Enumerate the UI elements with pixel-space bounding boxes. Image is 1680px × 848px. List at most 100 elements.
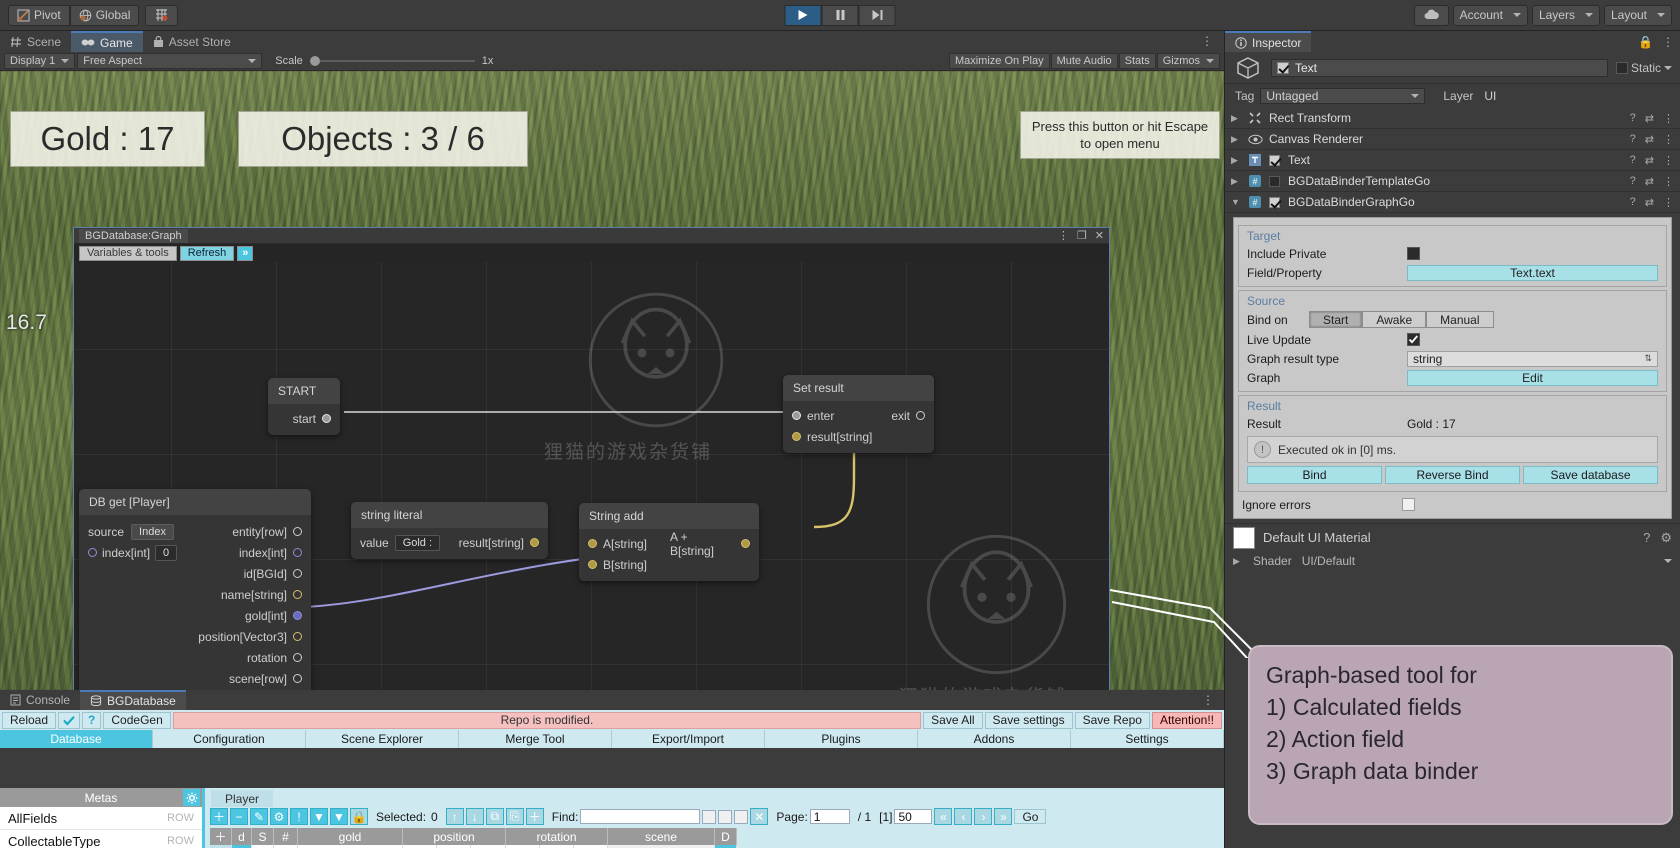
kebab-menu-icon[interactable]: ⋮ [1663, 196, 1674, 209]
graph-result-type-dropdown[interactable]: string ⇅ [1407, 350, 1658, 367]
maximize-on-play-button[interactable]: Maximize On Play [948, 53, 1050, 69]
layer-dropdown[interactable]: UI [1479, 88, 1629, 104]
node-db-get[interactable]: DB get [Player] source Index index[int] [79, 489, 311, 690]
pause-button[interactable] [821, 4, 859, 26]
include-private-checkbox[interactable] [1407, 247, 1420, 260]
component-enabled-checkbox[interactable] [1269, 196, 1280, 208]
node-set-result[interactable]: Set result enter exit result[string] [783, 375, 934, 453]
chevron-double-right-icon[interactable]: » [237, 245, 254, 261]
tab-inspector[interactable]: Inspector [1225, 31, 1312, 52]
grid-tab-player[interactable]: Player [211, 790, 274, 807]
go-button[interactable]: Go [1014, 809, 1047, 824]
nav-tab-merge-tool[interactable]: Merge Tool [459, 730, 612, 748]
bind-on-start[interactable]: Start [1309, 311, 1363, 328]
preset-icon[interactable]: ⇄ [1645, 175, 1654, 188]
chevron-down-icon[interactable] [1664, 65, 1672, 70]
port-entity[interactable] [293, 527, 302, 536]
move-down-icon[interactable]: ↓ [465, 808, 484, 825]
add-icon[interactable]: ＋ [210, 808, 228, 825]
port-rotation[interactable] [293, 653, 302, 662]
kebab-menu-icon[interactable]: ⋮ [1058, 229, 1069, 242]
kebab-menu-icon[interactable]: ⋮ [1663, 154, 1674, 167]
shader-row[interactable]: ▶ Shader UI/Default [1225, 551, 1680, 571]
preset-icon[interactable]: ⇄ [1645, 133, 1654, 146]
tab-game[interactable]: Game [71, 31, 143, 52]
play-button[interactable] [784, 4, 822, 26]
component-bgdatabindergraphgo[interactable]: ▼ # BGDataBinderGraphGo ? ⇄ ⋮ [1225, 192, 1680, 213]
field-property-value[interactable]: Text.text [1407, 264, 1658, 281]
check-icon[interactable] [58, 711, 81, 729]
kebab-menu-icon[interactable]: ⋮ [1663, 133, 1674, 146]
foldout-icon[interactable]: ▶ [1231, 113, 1241, 124]
attention-button[interactable]: Attention!! [1151, 711, 1222, 729]
component-canvas-renderer[interactable]: ▶ Canvas Renderer ? ⇄ ⋮ [1225, 129, 1680, 150]
help-icon[interactable]: ? [1630, 133, 1636, 146]
pivot-button[interactable]: Pivot [8, 4, 70, 26]
port-index-out[interactable] [293, 548, 302, 557]
save-repo-button[interactable]: Save Repo [1074, 711, 1150, 729]
close-icon[interactable]: ✕ [1095, 229, 1104, 242]
global-button[interactable]: Global [69, 4, 140, 26]
port-ab-out[interactable] [741, 539, 750, 548]
static-checkbox[interactable] [1615, 61, 1628, 74]
nav-tab-plugins[interactable]: Plugins [765, 730, 918, 748]
meta-row-collectabletype[interactable]: CollectableType ROW [0, 830, 202, 848]
component-bgdatabindertemplatego[interactable]: ▶ # BGDataBinderTemplateGo ? ⇄ ⋮ [1225, 171, 1680, 192]
variables-tools-button[interactable]: Variables & tools [79, 245, 177, 261]
edit-icon[interactable]: ✎ [250, 808, 268, 825]
gear-icon[interactable] [183, 789, 200, 806]
maximize-icon[interactable]: ❐ [1077, 229, 1087, 242]
last-page-icon[interactable]: » [994, 808, 1013, 825]
next-page-icon[interactable]: › [974, 808, 993, 825]
bind-on-manual[interactable]: Manual [1426, 311, 1494, 328]
object-name-field[interactable]: Text [1271, 58, 1608, 77]
scale-slider[interactable] [309, 56, 475, 66]
mute-audio-button[interactable]: Mute Audio [1050, 53, 1118, 69]
preset-icon[interactable]: ⇄ [1645, 154, 1654, 167]
aspect-dropdown[interactable]: Free Aspect [77, 53, 263, 69]
find-input[interactable] [580, 809, 701, 824]
reverse-bind-button[interactable]: Reverse Bind [1385, 466, 1520, 484]
find-option-3[interactable] [734, 809, 749, 824]
save-all-button[interactable]: Save All [923, 711, 983, 729]
chevron-down-icon[interactable] [1664, 559, 1672, 563]
component-enabled-checkbox[interactable] [1269, 154, 1280, 166]
port-gold[interactable] [293, 611, 302, 620]
reload-button[interactable]: Reload [2, 711, 57, 729]
lock-icon[interactable]: 🔒 [350, 808, 368, 825]
copy-icon[interactable]: ⧉ [485, 808, 504, 825]
lock-icon[interactable]: 🔒 [1638, 35, 1653, 49]
gear-icon[interactable]: ⚙ [270, 808, 288, 825]
stats-button[interactable]: Stats [1118, 53, 1156, 69]
component-text[interactable]: ▶ Text ? ⇄ ⋮ [1225, 150, 1680, 171]
tab-console[interactable]: Console [0, 690, 80, 710]
refresh-button[interactable]: Refresh [179, 245, 235, 261]
account-dropdown[interactable]: Account [1452, 4, 1528, 26]
foldout-icon[interactable]: ▶ [1233, 556, 1243, 567]
object-enabled-checkbox[interactable] [1277, 61, 1289, 74]
port-enter[interactable] [792, 411, 801, 420]
foldout-icon[interactable]: ▶ [1231, 155, 1241, 166]
graph-canvas[interactable]: 狸猫的游戏杂货铺 狸猫的游戏杂货铺 [74, 262, 1109, 690]
ignore-errors-checkbox[interactable] [1402, 498, 1415, 511]
display-dropdown[interactable]: Display 1 [4, 53, 76, 69]
page-size-input[interactable]: 50 [894, 809, 933, 824]
tab-bgdatabase[interactable]: BGDatabase [80, 690, 186, 710]
gizmos-dropdown[interactable]: Gizmos [1156, 53, 1220, 69]
gear-icon[interactable]: ⚙ [1660, 530, 1672, 546]
foldout-icon[interactable]: ▼ [1231, 197, 1241, 207]
save-settings-button[interactable]: Save settings [984, 711, 1073, 729]
view-menu-icon[interactable]: ⋮ [1201, 34, 1214, 48]
port-scene[interactable] [293, 674, 302, 683]
help-icon[interactable]: ? [1643, 530, 1650, 546]
help-icon[interactable]: ? [1630, 112, 1636, 125]
layout-dropdown[interactable]: Layout [1603, 4, 1672, 26]
tab-asset-store[interactable]: Asset Store [142, 31, 241, 52]
page-input[interactable]: 1 [809, 809, 850, 824]
step-button[interactable] [858, 4, 896, 26]
col-add[interactable]: ＋ [210, 828, 232, 845]
static-toggle[interactable]: Static [1615, 61, 1672, 75]
bind-on-awake[interactable]: Awake [1362, 311, 1427, 328]
first-page-icon[interactable]: « [934, 808, 953, 825]
port-literal-out[interactable] [530, 538, 539, 547]
